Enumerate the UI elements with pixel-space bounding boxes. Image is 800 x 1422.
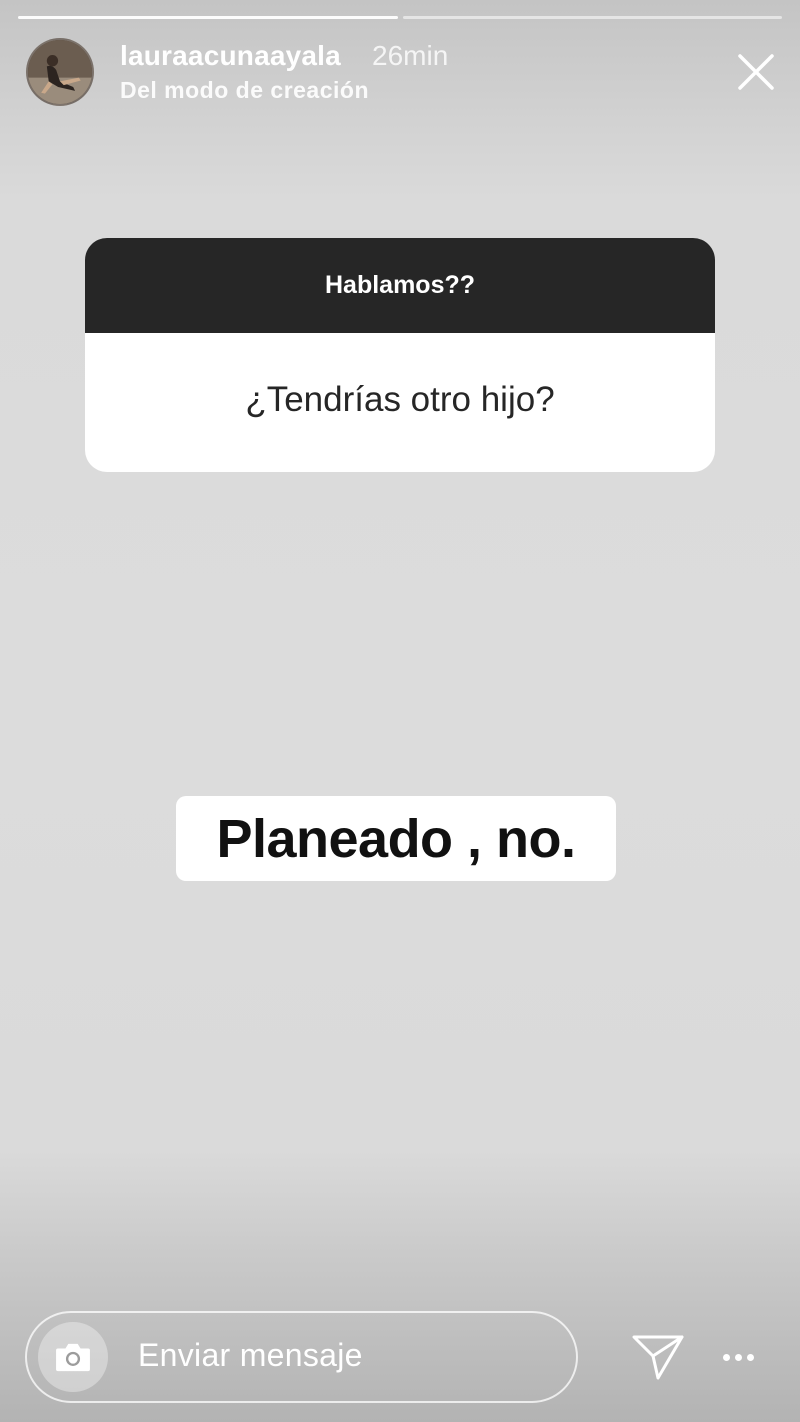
progress-segment-2 bbox=[402, 16, 782, 19]
send-button[interactable] bbox=[630, 1332, 686, 1382]
more-icon bbox=[722, 1353, 730, 1361]
more-options-button[interactable] bbox=[718, 1342, 758, 1372]
question-prompt: Hablamos?? bbox=[324, 271, 476, 299]
progress-segment-1 bbox=[18, 16, 398, 19]
close-button[interactable] bbox=[734, 50, 778, 94]
send-icon bbox=[632, 1335, 684, 1380]
close-icon bbox=[738, 54, 774, 90]
camera-icon bbox=[56, 1343, 90, 1372]
story-source-label: Del modo de creación bbox=[120, 77, 370, 103]
question-text: ¿Tendrías otro hijo? bbox=[245, 379, 555, 419]
username[interactable]: lauraacunaayala bbox=[120, 40, 341, 72]
answer-text-block: Planeado , no. bbox=[176, 796, 616, 881]
story-progress-bar bbox=[18, 16, 782, 20]
more-icon-dot-3 bbox=[746, 1353, 754, 1361]
more-icon-dot-2 bbox=[734, 1353, 742, 1361]
avatar[interactable] bbox=[26, 38, 94, 106]
message-placeholder[interactable]: Enviar mensaje bbox=[138, 1337, 363, 1374]
post-time: 26min bbox=[372, 40, 449, 71]
question-sticker-body: ¿Tendrías otro hijo? bbox=[85, 333, 715, 472]
answer-text: Planeado , no. bbox=[216, 808, 576, 869]
story-background bbox=[0, 0, 800, 1422]
question-sticker-header: Hablamos?? bbox=[85, 238, 715, 333]
avatar-photo bbox=[28, 40, 92, 104]
question-sticker: Hablamos?? ¿Tendrías otro hijo? bbox=[85, 238, 715, 472]
camera-button[interactable] bbox=[38, 1322, 108, 1392]
